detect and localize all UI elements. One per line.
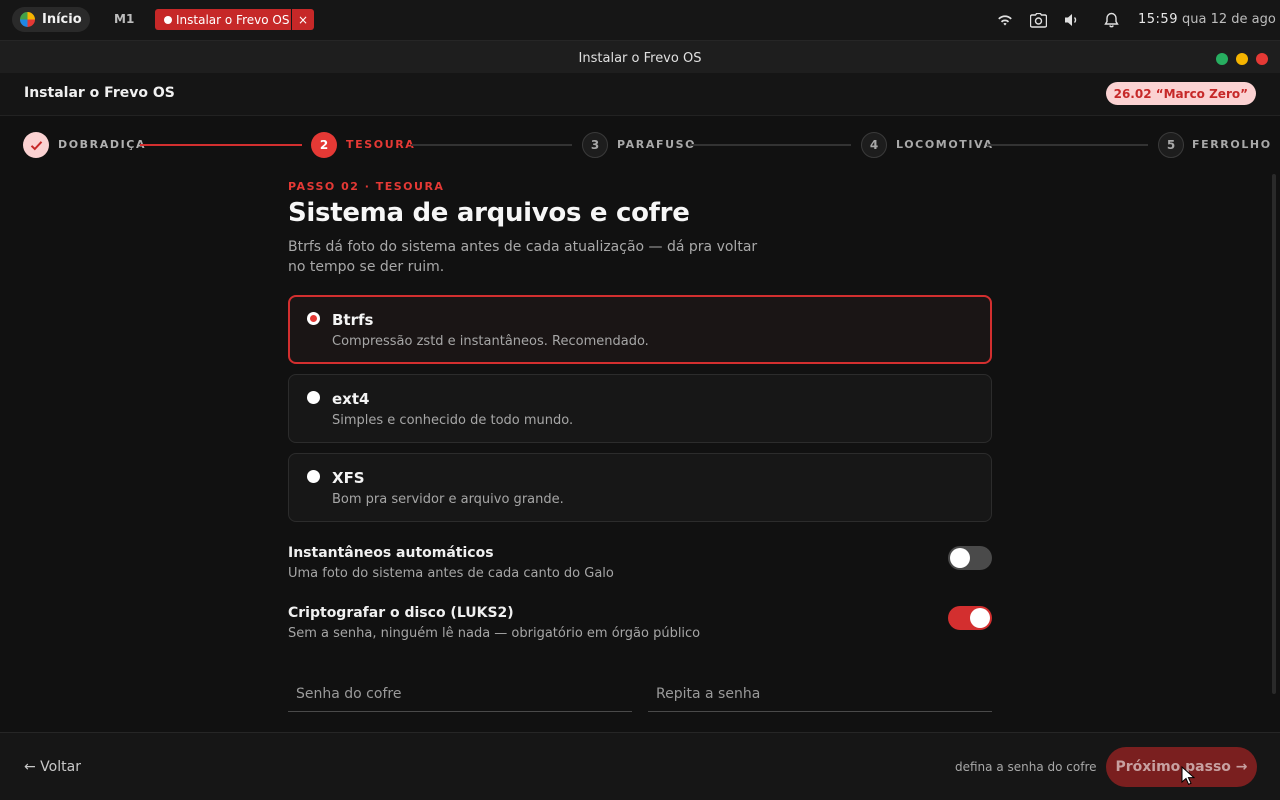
step-2-label: TESOURA [346, 138, 416, 151]
step-3-label: PARAFUSO [617, 138, 697, 151]
page-description: Btrfs dá foto do sistema antes de cada a… [288, 239, 758, 275]
footer-hint: defina a senha do cofre [955, 760, 1097, 774]
disk-encryption-toggle[interactable] [948, 606, 992, 630]
page-title: Sistema de arquivos e cofre [288, 198, 690, 228]
setting-auto-snapshots: Instantâneos automáticos Uma foto do sis… [288, 545, 992, 589]
vault-password-repeat-field[interactable] [648, 677, 992, 712]
auto-snapshots-toggle[interactable] [948, 546, 992, 570]
step-5-label: FERROLHO [1192, 138, 1272, 151]
mouse-pointer-icon [1181, 766, 1195, 785]
step-connector-2 [411, 144, 572, 146]
date[interactable]: qua 12 de ago [1182, 12, 1276, 27]
step-5-number: 5 [1158, 132, 1184, 158]
vault-password-field[interactable] [288, 677, 632, 712]
setting-name: Criptografar o disco (LUKS2) [288, 605, 514, 621]
recording-dot-icon [164, 15, 172, 24]
option-name: Btrfs [332, 311, 374, 329]
workspace-indicator[interactable]: M1 [114, 12, 134, 26]
taskbar-item-label: Instalar o Frevo OS [176, 12, 290, 27]
step-connector-3 [690, 144, 851, 146]
option-description: Bom pra servidor e arquivo grande. [332, 492, 564, 507]
step-1-label: DOBRADIÇA [58, 138, 147, 151]
system-top-bar: Início M1 Instalar o Frevo OS × 15:59 qu… [0, 0, 1280, 40]
start-menu-label: Início [42, 12, 82, 27]
vault-password-repeat-input[interactable] [648, 677, 992, 711]
installer-footer: ← Voltar defina a senha do cofre Próximo… [0, 732, 1280, 800]
taskbar-close-button[interactable]: × [292, 9, 314, 30]
filesystem-option-btrfs[interactable]: Btrfs Compressão zstd e instantâneos. Re… [288, 295, 992, 364]
vault-password-input[interactable] [288, 677, 632, 711]
step-eyebrow: PASSO 02 · TESOURA [288, 180, 445, 193]
radio-unselected-icon[interactable] [307, 470, 320, 483]
setting-disk-encryption: Criptografar o disco (LUKS2) Sem a senha… [288, 605, 992, 649]
radio-selected-icon[interactable] [307, 312, 320, 325]
window-close-button[interactable] [1256, 53, 1268, 65]
step-2-number: 2 [311, 132, 337, 158]
step-3-number: 3 [582, 132, 608, 158]
version-badge: 26.02 “Marco Zero” [1105, 82, 1256, 105]
app-title: Instalar o Frevo OS [24, 85, 175, 101]
setting-name: Instantâneos automáticos [288, 545, 494, 561]
window-maximize-button[interactable] [1216, 53, 1228, 65]
notifications-bell-icon[interactable] [1104, 10, 1119, 30]
window-title-bar[interactable]: Instalar o Frevo OS [0, 40, 1280, 73]
setting-description: Sem a senha, ninguém lê nada — obrigatór… [288, 626, 701, 641]
step-connector-1 [140, 144, 302, 146]
filesystem-option-xfs[interactable]: XFS Bom pra servidor e arquivo grande. [288, 453, 992, 522]
taskbar-item-installer[interactable]: Instalar o Frevo OS [155, 9, 291, 30]
screenshot-camera-icon[interactable] [1030, 10, 1047, 30]
option-description: Compressão zstd e instantâneos. Recomend… [332, 334, 649, 349]
step-connector-4 [987, 144, 1148, 146]
step-1-check-icon [23, 132, 49, 158]
window-title: Instalar o Frevo OS [578, 51, 702, 66]
clock[interactable]: 15:59 [1138, 12, 1178, 27]
app-header: Instalar o Frevo OS 26.02 “Marco Zero” [0, 73, 1280, 116]
installer-stepper: DOBRADIÇA 2 TESOURA 3 PARAFUSO 4 LOCOMOT… [0, 116, 1280, 174]
wifi-icon[interactable] [997, 10, 1013, 30]
step-4-label: LOCOMOTIVA [896, 138, 994, 151]
step-4-number: 4 [861, 132, 887, 158]
setting-description: Uma foto do sistema antes de cada canto … [288, 566, 614, 581]
radio-unselected-icon[interactable] [307, 391, 320, 404]
volume-icon[interactable] [1064, 10, 1080, 30]
back-button[interactable]: ← Voltar [24, 759, 81, 775]
os-logo-icon [20, 12, 35, 27]
option-name: XFS [332, 469, 365, 487]
filesystem-option-ext4[interactable]: ext4 Simples e conhecido de todo mundo. [288, 374, 992, 443]
main-content: PASSO 02 · TESOURA Sistema de arquivos e… [0, 174, 1280, 732]
option-name: ext4 [332, 390, 370, 408]
main-scrollbar[interactable] [1272, 174, 1276, 694]
start-menu-button[interactable]: Início [12, 7, 90, 32]
option-description: Simples e conhecido de todo mundo. [332, 413, 574, 428]
window-minimize-button[interactable] [1236, 53, 1248, 65]
